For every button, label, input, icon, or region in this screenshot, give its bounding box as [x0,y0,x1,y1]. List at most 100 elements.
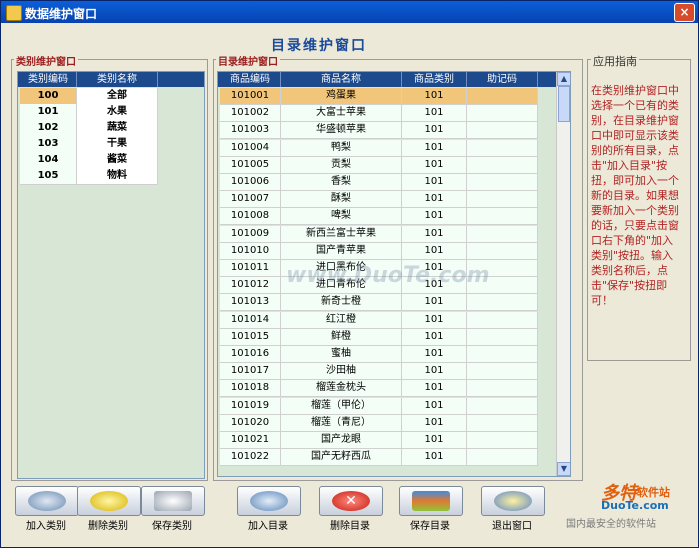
column-header-category-name[interactable]: 类别名称 [77,72,158,87]
delete-catalog-button[interactable]: ✕ [319,486,383,516]
close-button[interactable]: × [674,3,695,22]
product-category-cell: 101 [402,397,467,415]
product-code-cell: 101010 [220,242,281,260]
catalog-row[interactable]: 101021 国产龙眼 101 [218,432,556,449]
guide-text: 在类别维护窗口中选择一个已有的类别，在目录维护窗口中即可显示该类别的所有目录，点… [591,84,679,307]
product-code-cell: 101016 [220,346,281,363]
product-name-cell: 香梨 [281,174,402,191]
mnemonic-cell[interactable] [467,208,538,226]
catalog-row[interactable]: 101010 国产青苹果 101 [218,242,556,260]
column-header-product-category[interactable]: 商品类别 [402,72,467,87]
column-header-product-name[interactable]: 商品名称 [281,72,402,87]
product-category-cell: 101 [402,311,467,329]
delete-category-icon [90,491,128,511]
catalog-row[interactable]: 101004 鸭梨 101 [218,139,556,157]
add-catalog-label: 加入目录 [248,521,288,532]
catalog-row[interactable]: 101009 新西兰富士苹果 101 [218,225,556,243]
delete-category-button[interactable] [77,486,141,516]
product-category-cell: 101 [402,88,467,105]
product-code-cell: 101002 [220,105,281,123]
column-header-mnemonic[interactable]: 助记码 [467,72,538,87]
title-bar[interactable]: 数据维护窗口 × [1,1,698,23]
main-window: 数据维护窗口 × 目录维护窗口 类别维护窗口 类别编码 类别名称 100 全部 10… [0,0,699,548]
product-category-cell: 101 [402,174,467,191]
exit-window-button[interactable] [481,486,545,516]
catalog-row[interactable]: 101005 贡梨 101 [218,156,556,174]
catalog-row[interactable]: 101019 榴莲（甲伦） 101 [218,397,556,415]
mnemonic-cell[interactable] [467,328,538,346]
category-row[interactable]: 100 全部 [18,88,204,105]
delete-category-label: 删除类别 [88,521,128,532]
product-code-cell: 101012 [220,277,281,295]
product-name-cell: 鸡蛋果 [281,88,402,105]
mnemonic-cell[interactable] [467,225,538,243]
category-row[interactable]: 101 水果 [18,104,204,121]
product-code-cell: 101003 [220,122,281,140]
delete-x-icon: ✕ [332,491,370,511]
category-grid-header: 类别编码 类别名称 [18,72,204,87]
mnemonic-cell[interactable] [467,380,538,398]
product-category-cell: 101 [402,294,467,312]
window-title: 数据维护窗口 [25,7,98,21]
product-code-cell: 101006 [220,174,281,191]
catalog-row[interactable]: 101008 啤梨 101 [218,208,556,226]
mnemonic-cell[interactable] [467,242,538,260]
add-catalog-button[interactable] [237,486,301,516]
mnemonic-cell[interactable] [467,191,538,209]
category-code-cell: 101 [20,104,77,121]
exit-user-icon [494,491,532,511]
scroll-thumb[interactable] [558,86,570,122]
catalog-row[interactable]: 101022 国产无籽西瓜 101 [218,449,556,467]
mnemonic-cell[interactable] [467,432,538,449]
catalog-row[interactable]: 101014 红江橙 101 [218,311,556,329]
category-row[interactable]: 105 物料 [18,168,204,185]
mnemonic-cell[interactable] [467,139,538,157]
catalog-row[interactable]: 101017 沙田柚 101 [218,363,556,381]
mnemonic-cell[interactable] [467,88,538,105]
mnemonic-cell[interactable] [467,105,538,123]
save-catalog-button[interactable] [399,486,463,516]
mnemonic-cell[interactable] [467,363,538,381]
column-header-product-code[interactable]: 商品编码 [220,72,281,87]
mnemonic-cell[interactable] [467,346,538,363]
mnemonic-cell[interactable] [467,397,538,415]
mnemonic-cell[interactable] [467,311,538,329]
save-category-button[interactable] [141,486,205,516]
exit-window-label: 退出窗口 [492,521,532,532]
product-code-cell: 101013 [220,294,281,312]
scroll-up-arrow-icon[interactable]: ▲ [557,72,570,86]
catalog-row[interactable]: 101013 新奇士橙 101 [218,294,556,312]
catalog-row[interactable]: 101007 酥梨 101 [218,191,556,209]
scroll-down-arrow-icon[interactable]: ▼ [557,462,570,476]
catalog-row[interactable]: 101020 榴莲（青尼） 101 [218,414,556,432]
catalog-row[interactable]: 101001 鸡蛋果 101 [218,88,556,105]
mnemonic-cell[interactable] [467,414,538,432]
product-code-cell: 101017 [220,363,281,381]
watermark-brand-en: DuoTe.com [601,499,669,512]
catalog-scrollbar[interactable]: ▲ ▼ [556,72,570,476]
product-name-cell: 国产青苹果 [281,242,402,260]
category-row[interactable]: 102 蔬菜 [18,120,204,137]
mnemonic-cell[interactable] [467,449,538,467]
catalog-row[interactable]: 101016 蜜柚 101 [218,346,556,363]
mnemonic-cell[interactable] [467,174,538,191]
catalog-row[interactable]: 101015 鲜橙 101 [218,328,556,346]
catalog-row[interactable]: 101002 大富士苹果 101 [218,105,556,123]
mnemonic-cell[interactable] [467,294,538,312]
mnemonic-cell[interactable] [467,122,538,140]
catalog-row[interactable]: 101006 香梨 101 [218,174,556,191]
mnemonic-cell[interactable] [467,156,538,174]
save-catalog-label: 保存目录 [410,521,450,532]
category-row[interactable]: 103 干果 [18,136,204,153]
guide-panel-label: 应用指南 [591,53,639,69]
product-name-cell: 榴莲金枕头 [281,380,402,398]
catalog-row[interactable]: 101018 榴莲金枕头 101 [218,380,556,398]
product-code-cell: 101018 [220,380,281,398]
add-catalog-icon [250,491,288,511]
add-category-button[interactable] [15,486,79,516]
category-row[interactable]: 104 酱菜 [18,152,204,169]
catalog-row[interactable]: 101003 华盛顿苹果 101 [218,122,556,140]
product-category-cell: 101 [402,139,467,157]
product-code-cell: 101008 [220,208,281,226]
column-header-category-code[interactable]: 类别编码 [20,72,77,87]
